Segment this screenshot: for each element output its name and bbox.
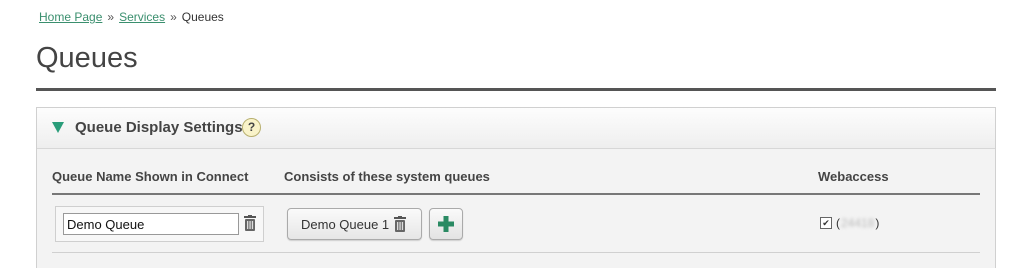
breadcrumb-current: Queues — [181, 10, 224, 24]
system-queue-label: Demo Queue 1 — [301, 217, 390, 232]
queue-name-input[interactable] — [63, 213, 239, 235]
collapse-triangle-icon[interactable] — [52, 122, 64, 133]
plus-icon — [438, 216, 454, 232]
webaccess-cell: ✔ (24418) — [820, 216, 879, 230]
header-divider — [52, 193, 980, 195]
webaccess-paren-close: ) — [875, 216, 880, 230]
breadcrumb: Home Page » Services » Queues — [39, 10, 224, 24]
queue-display-settings-panel: Queue Display Settings ? Queue Name Show… — [36, 107, 996, 268]
webaccess-paren-open: ( — [836, 216, 840, 230]
queue-name-cell — [55, 206, 264, 242]
remove-system-queue-trash-icon[interactable] — [394, 216, 406, 232]
panel-title[interactable]: Queue Display Settings — [75, 119, 243, 136]
page-title: Queues — [36, 42, 138, 74]
breadcrumb-services-link[interactable]: Services — [119, 10, 165, 24]
row-divider — [52, 252, 980, 253]
breadcrumb-home-link[interactable]: Home Page — [39, 10, 102, 24]
delete-queue-trash-icon[interactable] — [244, 215, 256, 231]
breadcrumb-separator: » — [170, 10, 177, 24]
column-header-queue-name: Queue Name Shown in Connect — [52, 169, 249, 184]
system-queue-chip[interactable]: Demo Queue 1 — [287, 208, 422, 240]
add-system-queue-button[interactable] — [429, 208, 463, 240]
title-divider — [36, 88, 996, 91]
column-header-system-queues: Consists of these system queues — [284, 169, 490, 184]
webaccess-id: 24418 — [841, 216, 875, 230]
panel-header[interactable]: Queue Display Settings ? — [37, 108, 995, 149]
breadcrumb-separator: » — [107, 10, 115, 24]
help-icon[interactable]: ? — [242, 118, 261, 137]
webaccess-checkbox[interactable]: ✔ — [820, 217, 832, 229]
column-header-webaccess: Webaccess — [818, 169, 889, 184]
